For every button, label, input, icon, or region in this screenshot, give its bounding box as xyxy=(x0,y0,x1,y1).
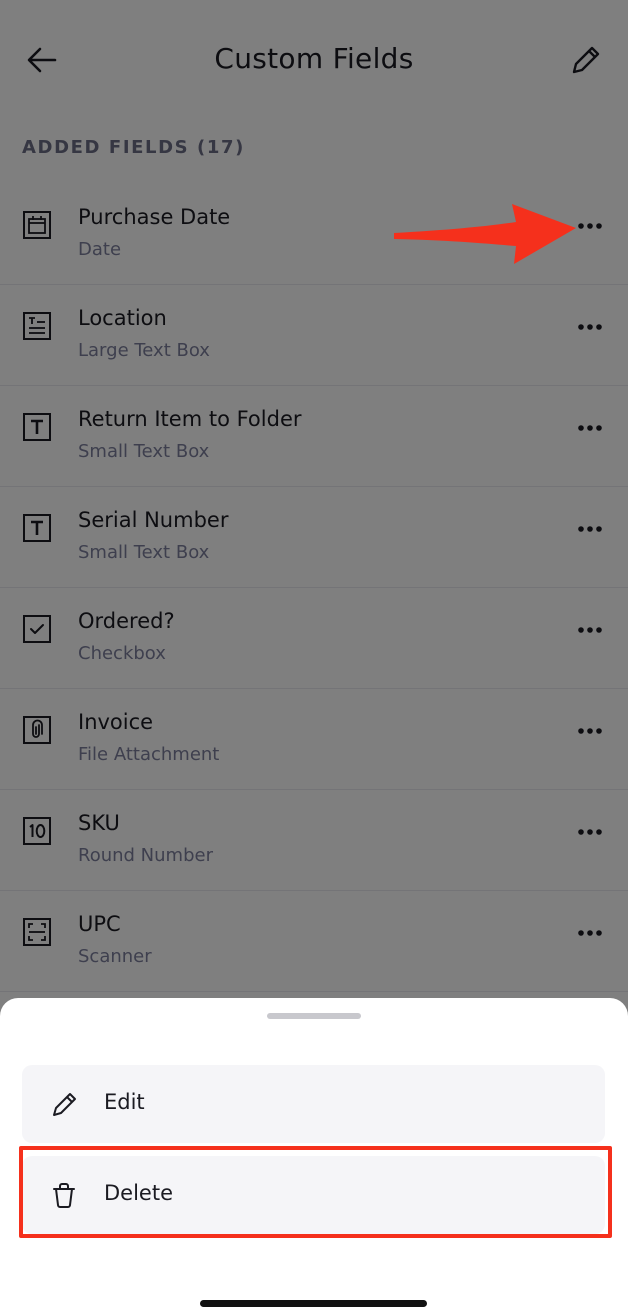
home-indicator xyxy=(200,1300,427,1307)
pencil-icon xyxy=(53,1093,76,1116)
delete-option-label: Delete xyxy=(104,1181,173,1205)
custom-fields-screen: Custom Fields ADDED FIELDS (17) Purchase… xyxy=(0,0,628,1316)
action-sheet: Edit Delete xyxy=(0,998,628,1316)
trash-icon xyxy=(53,1183,75,1208)
edit-option-label: Edit xyxy=(104,1090,145,1114)
delete-option[interactable]: Delete xyxy=(22,1156,605,1234)
edit-option[interactable]: Edit xyxy=(22,1065,605,1143)
sheet-grabber[interactable] xyxy=(267,1013,361,1019)
annotation-arrow-icon xyxy=(394,204,576,264)
